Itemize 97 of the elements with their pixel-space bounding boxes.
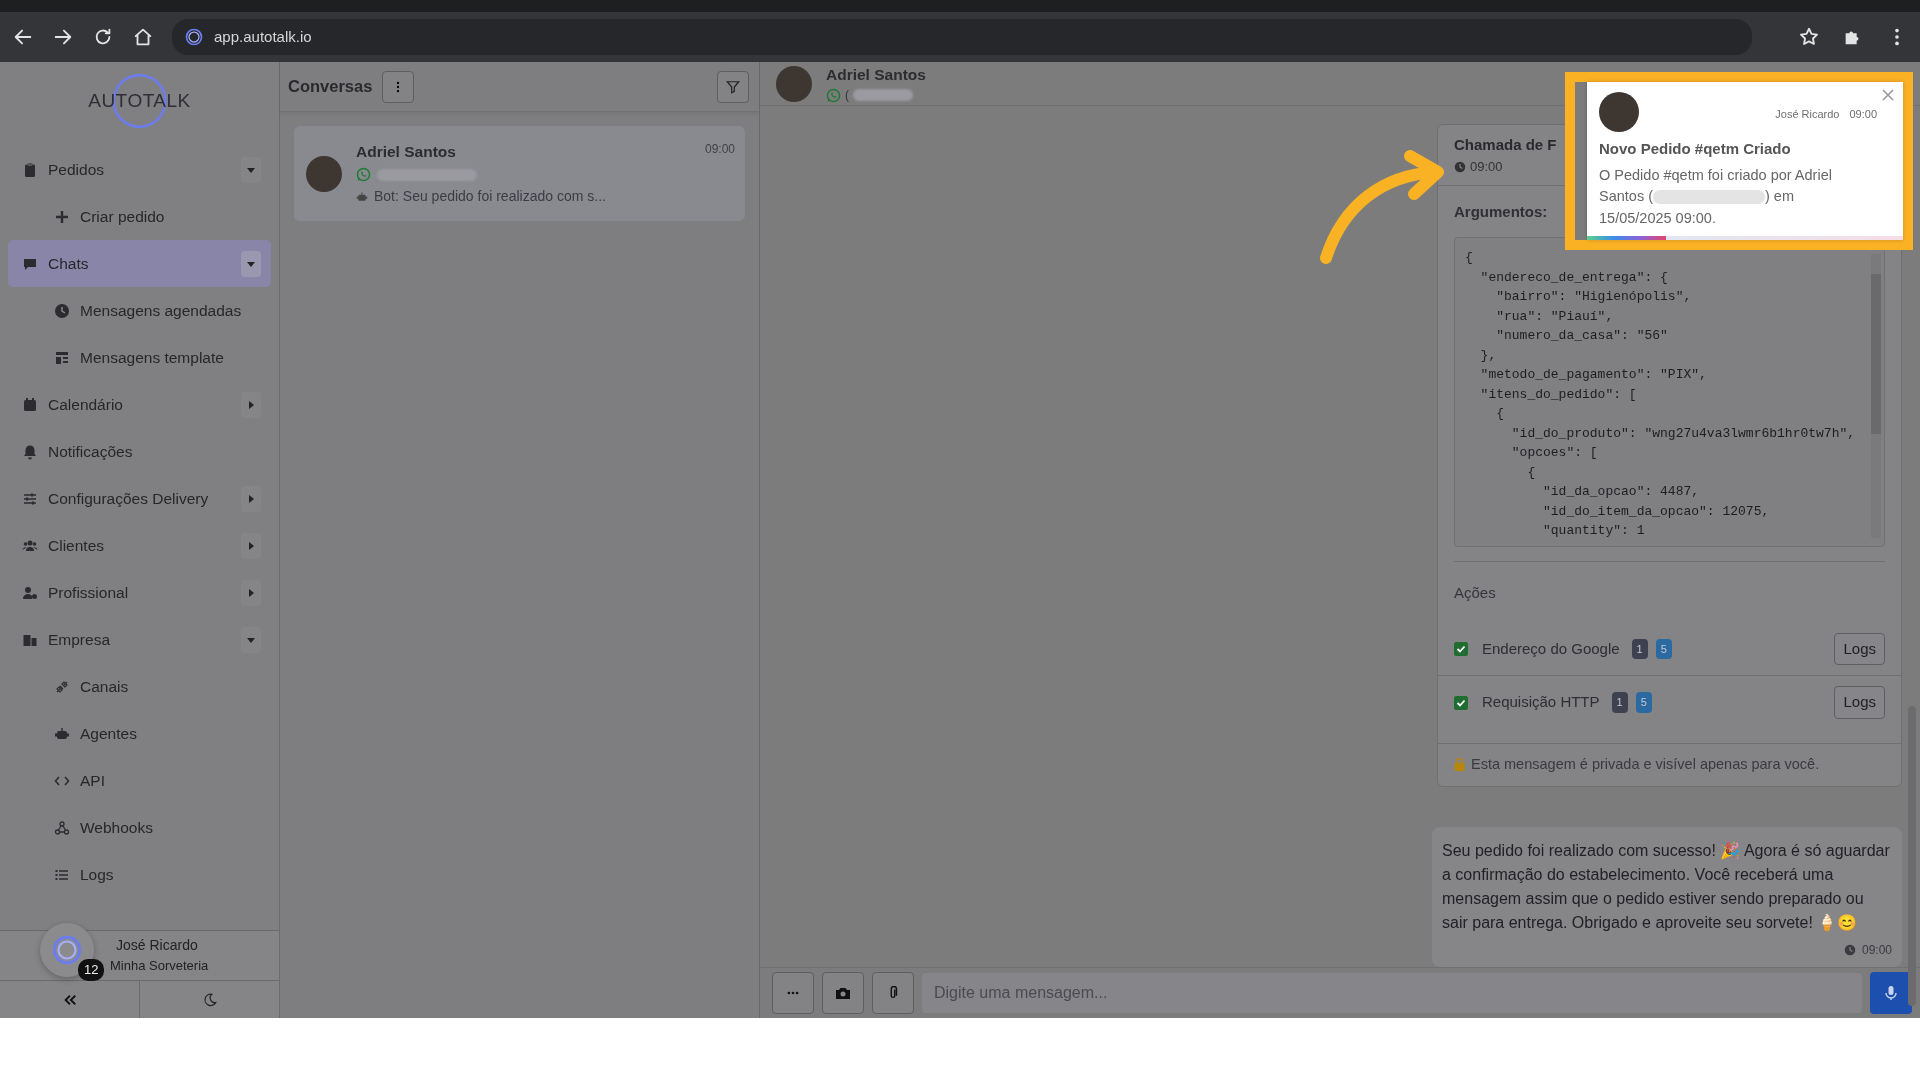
photo-placeholder [776, 65, 812, 102]
time-text: 09:00 [1861, 941, 1892, 959]
contact-name: Adriel Santos [356, 142, 456, 162]
robot-icon [356, 190, 368, 203]
moon-icon [202, 992, 217, 1007]
count-badge: 1 [1611, 692, 1628, 713]
close-icon[interactable] [1881, 88, 1895, 102]
plus-icon [54, 208, 70, 225]
expand-button[interactable] [241, 626, 261, 653]
sidebar-item[interactable]: Chats [8, 240, 271, 287]
address-bar[interactable]: app.autotalk.io [172, 19, 1752, 55]
sidebar-subitem[interactable]: Mensagens template [8, 334, 271, 381]
grid-icon [54, 349, 70, 366]
contact-name: Adriel Santos [826, 65, 926, 86]
code-text: { "endereco_de_entrega": { "bairro": "Higienópolis", "rua": "Piauí", "numero_da_casa": "56" }, "metodo_de_pagamento": "PIX", "itens_do_pedido": [ { "id_do_produto": "wng27u4va3lwmr6b1hr0tw7h", "opcoes": [ { "id_da_opcao": 4487, "id_do_item_da_opcao": 12075, "quantity": 1 [1465, 249, 1856, 541]
attach-button[interactable] [872, 971, 914, 1014]
count-badge: 5 [1655, 638, 1672, 660]
panel-title: Conversas [288, 76, 373, 98]
time-text: 09:00 [1470, 158, 1503, 177]
logs-button[interactable]: Logs [1834, 686, 1885, 719]
sidebar-item[interactable]: Pedidos [8, 146, 271, 193]
whatsapp-icon [826, 87, 841, 103]
filter-button[interactable] [717, 70, 749, 103]
checkbox[interactable] [1454, 695, 1468, 710]
microphone-icon [1884, 984, 1898, 1001]
double-chevron-icon [62, 992, 77, 1007]
clipboard-icon [22, 161, 38, 178]
sidebar-subitem[interactable]: Logs [8, 851, 271, 898]
notification-text: O Pedido #qetm foi criado por Adriel Santos ( ) em 15/05/2025 09:00. [1599, 165, 1833, 228]
conversation-item[interactable]: Adriel Santos 09:00 Bot: Seu pedido foi realizado com s... [294, 126, 745, 222]
user-name: José Ricardo [115, 936, 199, 956]
notification-title: Novo Pedido #qetm Criado [1599, 139, 1792, 159]
camera-button[interactable] [822, 971, 864, 1014]
url-text: app.autotalk.io [214, 26, 312, 47]
sidebar-item[interactable]: Configurações Delivery [8, 475, 271, 522]
sidebar-subitem[interactable]: Mensagens agendadas [8, 287, 271, 334]
user-gear-icon [22, 584, 38, 601]
company-name: Minha Sorveteria [110, 957, 210, 976]
scrollbar[interactable] [1908, 706, 1916, 1007]
robot-icon [54, 725, 70, 742]
caret-icon [246, 399, 256, 410]
photo-placeholder [1599, 92, 1639, 132]
sidebar-subitem[interactable]: Webhooks [8, 804, 271, 851]
photo-placeholder [306, 155, 342, 192]
calendar-icon [22, 396, 38, 413]
expand-button[interactable] [241, 391, 261, 418]
check-icon [1456, 644, 1466, 655]
private-note: Esta mensagem é privada e visível apenas para você. [1471, 754, 1820, 774]
checkbox[interactable] [1454, 642, 1468, 657]
webhook-icon [54, 819, 70, 836]
clock-icon [1454, 161, 1466, 174]
time-text: 09:00 [704, 141, 735, 158]
action-label: Endereço do Google [1482, 638, 1620, 659]
logo-ring-icon [50, 933, 84, 967]
section-title: Ações [1454, 561, 1885, 623]
site-icon [184, 27, 204, 47]
card-title: Chamada de F [1454, 135, 1557, 156]
caret-icon [246, 540, 256, 551]
message-input[interactable]: Digite uma mensagem... [922, 972, 1862, 1013]
filter-icon [726, 79, 740, 94]
phone-text: ( [845, 87, 849, 105]
star-icon[interactable] [1798, 26, 1820, 48]
home-icon[interactable] [132, 26, 154, 48]
caret-icon [246, 587, 256, 598]
count-badge: 12 [78, 959, 105, 981]
logs-button[interactable]: Logs [1834, 632, 1885, 666]
expand-button[interactable] [241, 485, 261, 512]
arguments-label: Argumentos: [1454, 201, 1548, 222]
sidebar-subitem[interactable]: Agentes [8, 710, 271, 757]
sidebar-subitem[interactable]: Criar pedido [8, 193, 271, 240]
lock-icon [1454, 758, 1465, 772]
time-text: 09:00 [1849, 107, 1877, 122]
count-badge: 5 [1635, 692, 1652, 713]
bell-icon [22, 443, 38, 460]
sidebar-item[interactable]: Clientes [8, 522, 271, 569]
expand-button[interactable] [241, 579, 261, 606]
action-label: Requisição HTTP [1482, 692, 1600, 713]
whatsapp-icon [356, 167, 371, 183]
sidebar-subitem[interactable]: API [8, 757, 271, 804]
message-preview: Bot: Seu pedido foi realizado com s... [374, 187, 606, 207]
expand-button[interactable] [241, 250, 261, 277]
sidebar-item[interactable]: Notificações [8, 428, 271, 475]
sidebar-item[interactable]: Profissional [8, 569, 271, 616]
caret-icon [246, 493, 256, 504]
redacted-phone [853, 89, 913, 102]
clock-icon [54, 302, 70, 319]
sender-name: José Ricardo [1775, 107, 1840, 122]
clock-icon [1843, 943, 1856, 956]
expand-button[interactable] [241, 532, 261, 559]
sidebar-item[interactable]: Calendário [8, 381, 271, 428]
count-badge: 1 [1631, 638, 1648, 660]
check-icon [1456, 697, 1466, 708]
sidebar-subitem[interactable]: Canais [8, 663, 271, 710]
message-text: Seu pedido foi realizado com sucesso! 🎉 Agora é só aguardar a confirmação do estabelecimento. Você receberá uma mensagem assim que o pedido estiver sendo preparado ou sair para entrega. Obrigado e aproveite seu sorvete! 🍦😊 [1442, 840, 1891, 933]
sidebar-item[interactable]: Empresa [8, 616, 271, 663]
microphone-button[interactable] [1870, 971, 1912, 1014]
expand-button[interactable] [241, 156, 261, 183]
